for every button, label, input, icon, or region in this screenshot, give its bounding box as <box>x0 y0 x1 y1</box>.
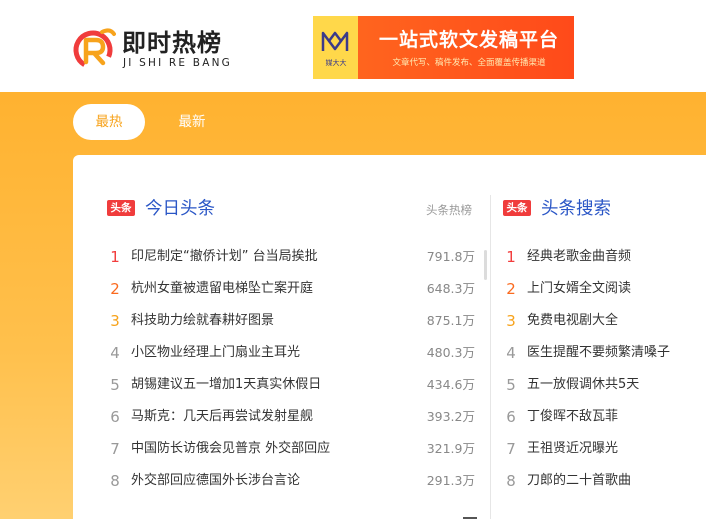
ad-badge-text: 媒大大 <box>325 59 347 67</box>
ad-logo-icon <box>321 31 349 51</box>
heat-value: 321.9万 <box>426 441 475 456</box>
rank-number: 7 <box>110 440 120 458</box>
item-title[interactable]: 免费电视剧大全 <box>527 305 618 337</box>
rank-number: 3 <box>506 312 516 330</box>
ad-banner[interactable]: 媒大大 一站式软文发稿平台 文章代写、稿件发布、全面覆盖传播渠道 <box>313 16 574 79</box>
heat-value: 648.3万 <box>426 281 475 296</box>
rank-number: 8 <box>110 472 120 490</box>
item-title[interactable]: 小区物业经理上门扇业主耳光 <box>131 337 300 369</box>
item-title[interactable]: 经典老歌金曲音频 <box>527 241 631 273</box>
section-source-label: 头条热榜 <box>426 203 472 217</box>
section-title[interactable]: 头条搜索 <box>541 197 611 221</box>
heat-value: 393.2万 <box>426 409 475 424</box>
ad-badge-area: 媒大大 <box>313 16 358 79</box>
heat-value: 291.3万 <box>426 473 475 488</box>
item-title[interactable]: 五一放假调休共5天 <box>527 369 639 401</box>
source-tag: 头条 <box>107 200 135 216</box>
item-title[interactable]: 杭州女童被遗留电梯坠亡案开庭 <box>131 273 313 305</box>
list-scrollbar[interactable] <box>484 250 487 280</box>
ad-subtitle: 文章代写、稿件发布、全面覆盖传播渠道 <box>392 58 546 68</box>
rank-number: 2 <box>110 280 120 298</box>
item-title[interactable]: 胡锡建议五一增加1天真实休假日 <box>131 369 321 401</box>
source-tag: 头条 <box>503 200 531 216</box>
column-divider <box>490 195 491 519</box>
item-title[interactable]: 刀郎的二十首歌曲 <box>527 465 631 497</box>
heat-value: 434.6万 <box>426 377 475 392</box>
rank-number: 8 <box>506 472 516 490</box>
rank-number: 7 <box>506 440 516 458</box>
rank-number: 5 <box>110 376 120 394</box>
item-title[interactable]: 王祖贤近况曝光 <box>527 433 618 465</box>
item-title[interactable]: 印尼制定“撤侨计划” 台当局挨批 <box>131 241 318 273</box>
logo-text-pinyin: JI SHI RE BANG <box>123 57 232 69</box>
heat-value: 791.8万 <box>426 249 475 264</box>
rank-number: 3 <box>110 312 120 330</box>
site-header: 即时热榜 JI SHI RE BANG 媒大大 一站式软文发稿平台 文章代写、稿… <box>0 0 706 92</box>
heat-value: 480.3万 <box>426 345 475 360</box>
rank-number: 5 <box>506 376 516 394</box>
item-title[interactable]: 医生提醒不要频繁清嗓子 <box>527 337 670 369</box>
item-title[interactable]: 科技助力绘就春耕好图景 <box>131 305 274 337</box>
rank-number: 6 <box>110 408 120 426</box>
rank-number: 2 <box>506 280 516 298</box>
rank-number: 1 <box>506 248 516 266</box>
item-title[interactable]: 上门女婿全文阅读 <box>527 273 631 305</box>
rank-number: 1 <box>110 248 120 266</box>
tab-hottest[interactable]: 最热 <box>73 104 145 140</box>
logo-mark-icon <box>73 28 116 70</box>
ad-title: 一站式软文发稿平台 <box>378 29 559 51</box>
rank-number: 4 <box>110 344 120 362</box>
heat-value: 875.1万 <box>426 313 475 328</box>
site-logo[interactable]: 即时热榜 JI SHI RE BANG <box>72 26 232 72</box>
tab-latest[interactable]: 最新 <box>156 104 228 140</box>
item-title[interactable]: 丁俊晖不敌瓦菲 <box>527 401 618 433</box>
rank-number: 4 <box>506 344 516 362</box>
rank-number: 6 <box>506 408 516 426</box>
hot-list-panel: 头条 今日头条 头条热榜 1 印尼制定“撤侨计划” 台当局挨批 791.8万 2 杭州… <box>73 155 706 519</box>
item-title[interactable]: 外交部回应德国外长涉台言论 <box>131 465 300 497</box>
logo-text-cn: 即时热榜 <box>122 29 222 57</box>
section-title[interactable]: 今日头条 <box>145 197 215 221</box>
item-title[interactable]: 中国防长访俄会见普京 外交部回应 <box>131 433 330 465</box>
item-title[interactable]: 马斯克：几天后再尝试发射星舰 <box>131 401 313 433</box>
